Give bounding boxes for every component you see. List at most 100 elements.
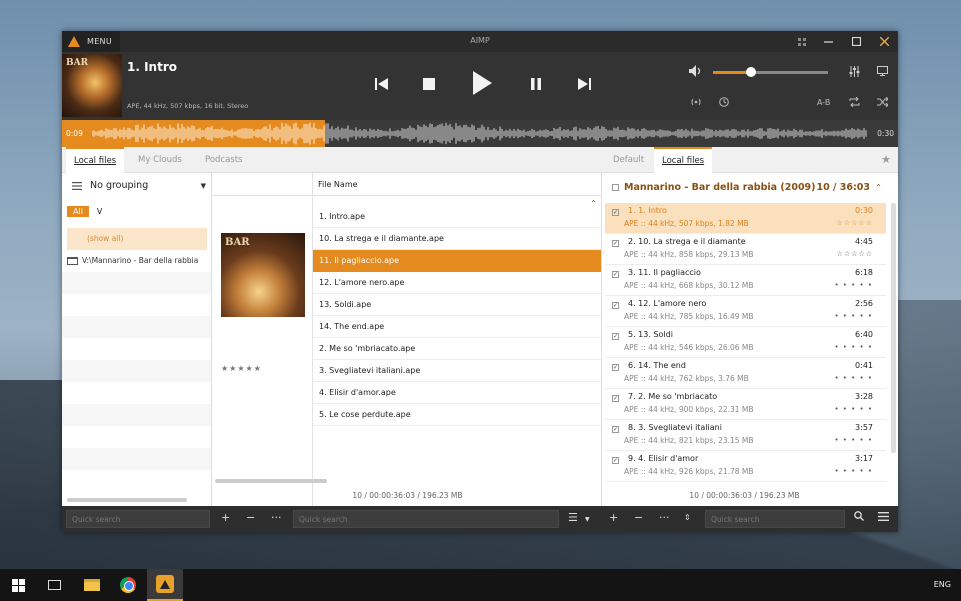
star-icon[interactable]: ★ <box>881 153 891 166</box>
chrome-button[interactable] <box>110 569 146 601</box>
playlist-item[interactable]: ✓ 2. 10. La strega e il diamante APE :: 44… <box>605 234 886 265</box>
playlist-search-input[interactable] <box>705 510 845 528</box>
track-checkbox[interactable]: ✓ <box>612 364 619 371</box>
file-row[interactable]: 14. The end.ape <box>313 316 601 338</box>
timer-icon[interactable] <box>719 97 729 110</box>
vertical-scrollbar[interactable] <box>891 203 896 453</box>
maximize-button[interactable] <box>842 31 870 52</box>
playlist-item[interactable]: ✓ 9. 4. Elisir d'amor APE :: 44 kHz, 926 k… <box>605 451 886 482</box>
horizontal-scrollbar[interactable] <box>215 479 327 483</box>
track-checkbox[interactable]: ✓ <box>612 457 619 464</box>
track-rating[interactable]: • • • • • <box>834 343 873 351</box>
start-button[interactable] <box>0 569 36 601</box>
playlist-group-header[interactable]: Mannarino - Bar della rabbia (2009) 10 /… <box>603 173 886 202</box>
grouping-selector[interactable]: No grouping <box>62 173 211 198</box>
search-icon[interactable] <box>854 511 864 525</box>
file-row[interactable]: 2. Me so 'mbriacato.ape <box>313 338 601 360</box>
group-checkbox[interactable] <box>612 184 619 191</box>
task-view-button[interactable] <box>36 569 72 601</box>
collapse-icon[interactable]: ⌃ <box>875 183 882 192</box>
sort-icon[interactable]: ⇕ <box>684 511 691 525</box>
tab-playlist-local-files[interactable]: Local files <box>654 147 713 173</box>
remove-icon[interactable]: − <box>634 511 643 525</box>
track-rating[interactable]: • • • • • <box>834 467 873 475</box>
pause-button[interactable] <box>528 76 544 92</box>
stop-button[interactable] <box>421 76 437 92</box>
tree-item-folder[interactable]: V:\Mannarino - Bar della rabbia <box>67 250 211 272</box>
file-row[interactable]: 5. Le cose perdute.ape <box>313 404 601 426</box>
chevron-down-icon[interactable]: ▼ <box>201 182 206 190</box>
display-mode-icon[interactable] <box>877 66 888 79</box>
track-rating[interactable]: • • • • • <box>834 436 873 444</box>
track-checkbox[interactable]: ✓ <box>612 426 619 433</box>
add-icon[interactable]: + <box>609 511 618 525</box>
playlist-item[interactable]: ✓ 1. 1. Intro APE :: 44 kHz, 507 kbps, 1.8… <box>605 203 886 234</box>
playlist-item[interactable]: ✓ 3. 11. Il pagliaccio APE :: 44 kHz, 668 … <box>605 265 886 296</box>
file-search-input[interactable] <box>293 510 559 528</box>
tab-local-files[interactable]: Local files <box>66 147 125 173</box>
track-rating[interactable]: • • • • • <box>834 312 873 320</box>
filter-letter-v[interactable]: V <box>97 207 102 216</box>
track-rating[interactable]: • • • • • <box>834 405 873 413</box>
library-search-input[interactable] <box>66 510 210 528</box>
playlist-item[interactable]: ✓ 6. 14. The end APE :: 44 kHz, 762 kbps, … <box>605 358 886 389</box>
language-indicator[interactable]: ENG <box>934 580 951 589</box>
next-button[interactable] <box>576 76 592 92</box>
filter-all-button[interactable]: All <box>67 206 89 217</box>
equalizer-icon[interactable] <box>849 66 860 80</box>
album-cover-thumbnail[interactable]: BAR <box>62 54 122 117</box>
add-icon[interactable]: + <box>221 511 230 525</box>
horizontal-scrollbar[interactable] <box>67 498 187 502</box>
radio-icon[interactable] <box>690 97 702 110</box>
repeat-icon[interactable] <box>849 96 860 110</box>
track-checkbox[interactable]: ✓ <box>612 240 619 247</box>
column-header-file-name[interactable]: File Name <box>318 180 358 189</box>
view-mode-icon[interactable]: ☰ <box>568 511 578 525</box>
volume-slider[interactable] <box>713 67 828 77</box>
file-row[interactable]: 11. Il pagliaccio.ape <box>313 250 601 272</box>
hamburger-icon[interactable] <box>878 511 889 525</box>
album-rating[interactable]: ★★★★★ <box>221 364 262 373</box>
playlist-item[interactable]: ✓ 7. 2. Me so 'mbriacato APE :: 44 kHz, 90… <box>605 389 886 420</box>
tab-playlist-default[interactable]: Default <box>605 147 652 173</box>
playlist-item[interactable]: ✓ 5. 13. Soldi APE :: 44 kHz, 546 kbps, 26… <box>605 327 886 358</box>
waveform-seekbar[interactable]: 0:09 0:30 <box>62 120 898 147</box>
track-rating[interactable]: ☆☆☆☆☆ <box>837 219 873 227</box>
playlist-item[interactable]: ✓ 8. 3. Svegliatevi italiani APE :: 44 kHz… <box>605 420 886 451</box>
file-row[interactable]: 10. La strega e il diamante.ape <box>313 228 601 250</box>
file-row[interactable]: 4. Elisir d'amor.ape <box>313 382 601 404</box>
file-row[interactable]: 13. Soldi.ape <box>313 294 601 316</box>
grid-icon[interactable] <box>788 31 816 52</box>
tree-item-show-all[interactable]: (show all) <box>67 228 207 250</box>
previous-button[interactable] <box>373 76 389 92</box>
more-icon[interactable]: ··· <box>271 511 282 525</box>
file-row[interactable]: 12. L'amore nero.ape <box>313 272 601 294</box>
aimp-taskbar-button[interactable] <box>147 569 183 601</box>
title-bar[interactable]: MENU AIMP <box>62 31 898 52</box>
minimize-button[interactable] <box>814 31 842 52</box>
track-checkbox[interactable]: ✓ <box>612 209 619 216</box>
windows-icon <box>11 578 25 592</box>
file-row[interactable]: 3. Svegliatevi italiani.ape <box>313 360 601 382</box>
track-checkbox[interactable]: ✓ <box>612 302 619 309</box>
shuffle-icon[interactable] <box>877 96 889 110</box>
track-rating[interactable]: • • • • • <box>834 281 873 289</box>
tab-my-clouds[interactable]: My Clouds <box>130 147 190 173</box>
chevron-down-icon[interactable]: ▼ <box>585 513 590 527</box>
track-checkbox[interactable]: ✓ <box>612 333 619 340</box>
tab-podcasts[interactable]: Podcasts <box>197 147 251 173</box>
track-checkbox[interactable]: ✓ <box>612 271 619 278</box>
track-checkbox[interactable]: ✓ <box>612 395 619 402</box>
playlist-item[interactable]: ✓ 4. 12. L'amore nero APE :: 44 kHz, 785 k… <box>605 296 886 327</box>
file-explorer-button[interactable] <box>74 569 110 601</box>
track-rating[interactable]: • • • • • <box>834 374 873 382</box>
more-icon[interactable]: ··· <box>659 511 670 525</box>
file-row[interactable]: 1. Intro.ape <box>313 206 601 228</box>
volume-icon[interactable] <box>689 65 702 80</box>
close-button[interactable] <box>870 31 898 52</box>
track-rating[interactable]: ☆☆☆☆☆ <box>837 250 873 258</box>
volume-knob[interactable] <box>745 67 756 77</box>
remove-icon[interactable]: − <box>246 511 255 525</box>
play-button[interactable] <box>471 70 493 96</box>
ab-repeat-button[interactable]: A-B <box>817 98 830 107</box>
